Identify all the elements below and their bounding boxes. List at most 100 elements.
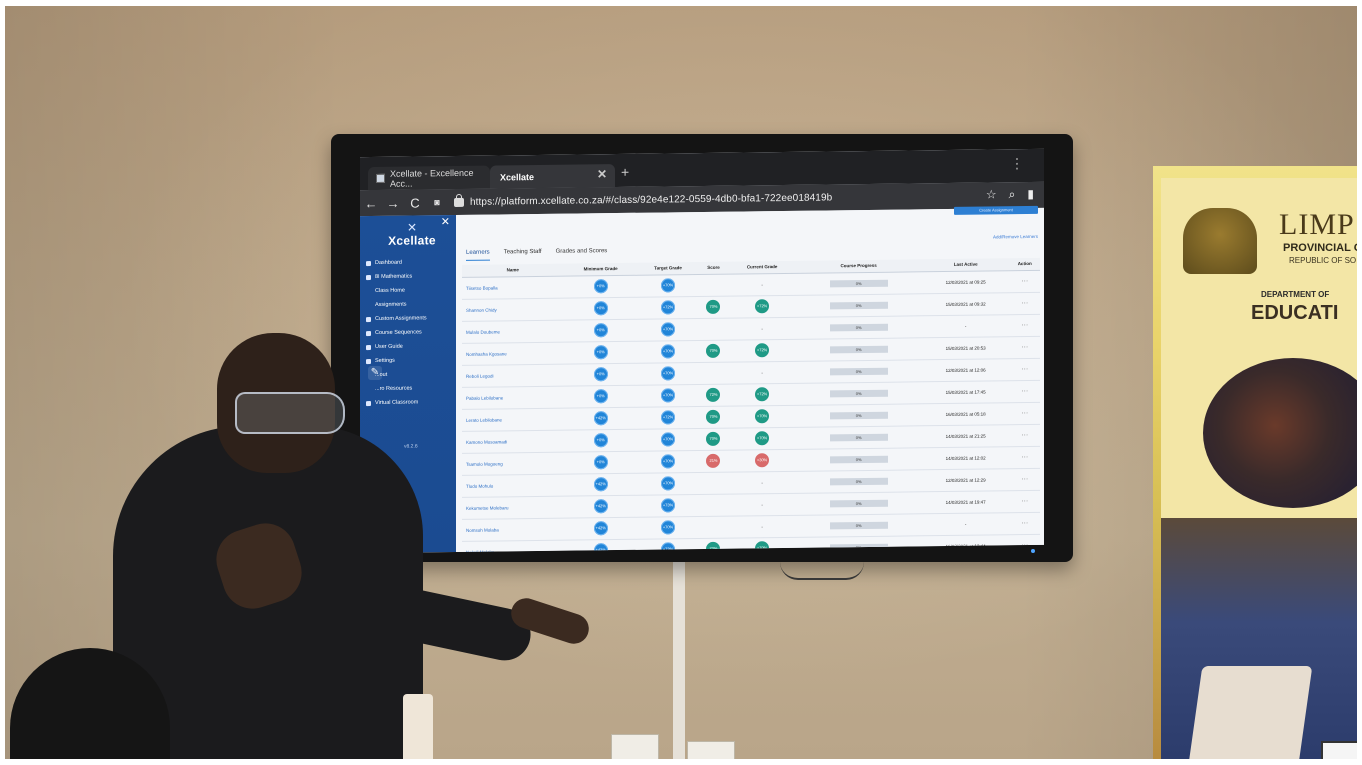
sidebar-item-user-guide[interactable]: User Guide bbox=[366, 339, 456, 354]
wall-mounted-tv: Xcellate - Excellence Acc... Xcellate ✕ … bbox=[331, 134, 1073, 562]
sidebar-item-class-home[interactable]: Class Home bbox=[366, 283, 456, 298]
tab-grades-and-scores[interactable]: Grades and Scores bbox=[556, 248, 608, 260]
row-actions-icon[interactable]: ⋯ bbox=[1021, 388, 1028, 395]
menu-kebab-icon[interactable]: ⋮ bbox=[1010, 155, 1024, 172]
min-cell: +0% bbox=[563, 318, 638, 342]
cell-text: 15/03/2021 at 20:53 bbox=[945, 345, 986, 351]
row-actions-icon[interactable]: ⋯ bbox=[1021, 542, 1028, 549]
learners-table: Name Minimum Grade Target Grade Score Cu… bbox=[462, 257, 1040, 554]
learner-name-link[interactable]: Tiisetso Bopalla bbox=[466, 285, 498, 290]
grade-badge: +70% bbox=[661, 344, 675, 359]
cell-text: - bbox=[761, 369, 763, 375]
sidebar-item-custom-assignments[interactable]: Custom Assignments bbox=[366, 311, 456, 326]
sidebar-item-class[interactable]: 8I Mathematics bbox=[366, 269, 456, 284]
name-cell: Mulalo Doubeme bbox=[462, 319, 564, 343]
create-assignment-button[interactable]: Create Assignment bbox=[954, 205, 1038, 215]
row-actions-icon[interactable]: ⋯ bbox=[1021, 322, 1028, 329]
grade-badge: +70% bbox=[661, 388, 675, 403]
score-cell bbox=[698, 493, 729, 517]
cell-text: 16/03/2021 at 05:18 bbox=[945, 411, 986, 417]
browser-tab-active[interactable]: Xcellate ✕ bbox=[490, 164, 615, 189]
sidebar-item-virtual-classroom[interactable]: Virtual Classroom bbox=[366, 395, 456, 410]
close-tab-icon[interactable]: ✕ bbox=[597, 167, 607, 181]
grade-badge: +0% bbox=[593, 279, 608, 294]
sidebar-item-label: Class Home bbox=[375, 287, 405, 294]
current-cell: +70% bbox=[728, 536, 796, 554]
learner-name-link[interactable]: Pabalo Lebilobane bbox=[466, 395, 503, 400]
row-actions-icon[interactable]: ⋯ bbox=[1021, 520, 1028, 527]
grade-badge: +73% bbox=[661, 542, 675, 554]
learner-name-link[interactable]: Kekumetse Molebaru bbox=[466, 505, 509, 511]
column-header[interactable]: Current Grade bbox=[728, 260, 796, 274]
new-tab-icon[interactable]: + bbox=[621, 164, 629, 180]
learner-name-link[interactable]: Lerato Lebilobane bbox=[466, 417, 502, 422]
learner-name-link[interactable]: Tlodo Mohulo bbox=[466, 483, 493, 488]
gear-icon bbox=[366, 358, 371, 364]
learner-name-link[interactable]: Nomhasha Kgosane bbox=[466, 351, 507, 356]
row-actions-icon[interactable]: ⋯ bbox=[1021, 410, 1028, 417]
learner-name-link[interactable]: Kamono Mosoamadi bbox=[466, 439, 507, 445]
close-sidebar-icon[interactable]: ✕ bbox=[441, 215, 450, 228]
banner-students-photo bbox=[1203, 358, 1357, 508]
last-cell: 12/03/2021 at 12:29 bbox=[921, 468, 1010, 492]
progress-cell: 0% bbox=[795, 447, 922, 471]
sidebar-item-assignments[interactable]: Assignments bbox=[366, 297, 456, 312]
annotate-pencil-icon[interactable]: ✎ bbox=[368, 365, 382, 381]
row-actions-icon[interactable]: ⋯ bbox=[1021, 344, 1028, 351]
back-icon[interactable]: ← bbox=[360, 195, 382, 210]
progress-cell: 0% bbox=[795, 425, 922, 449]
row-actions-icon[interactable]: ⋯ bbox=[1021, 476, 1028, 483]
score-cell: 70% bbox=[698, 295, 729, 319]
tab-learners[interactable]: Learners bbox=[466, 249, 490, 261]
sidebar-item-dashboard[interactable]: Dashboard bbox=[366, 255, 456, 270]
row-actions-icon[interactable]: ⋯ bbox=[1021, 278, 1028, 285]
screen-icon bbox=[366, 400, 371, 406]
action-cell: ⋯ bbox=[1009, 291, 1040, 315]
column-header[interactable]: Score bbox=[698, 261, 729, 275]
min-cell: +42% bbox=[563, 406, 638, 430]
row-actions-icon[interactable]: ⋯ bbox=[1021, 432, 1028, 439]
column-header[interactable]: Target Grade bbox=[637, 262, 699, 275]
grade-badge: 70% bbox=[706, 343, 721, 358]
min-cell: +0% bbox=[563, 384, 638, 408]
learners-table-body: Tiisetso Bopalla +0% +70% - 0% 12/03/2021 at … bbox=[462, 269, 1040, 554]
current-cell: +72% bbox=[728, 382, 796, 406]
row-actions-icon[interactable]: ⋯ bbox=[1021, 498, 1028, 505]
learner-name-link[interactable]: Mulalo Doubeme bbox=[466, 329, 500, 334]
progress-cell: 0% bbox=[795, 491, 922, 515]
current-cell: +72% bbox=[728, 338, 796, 362]
browser-tab[interactable]: Xcellate - Excellence Acc... bbox=[368, 165, 490, 191]
cable-conduit bbox=[673, 562, 685, 759]
site-info-icon[interactable]: ◙ bbox=[426, 197, 448, 207]
search-icon[interactable]: ⌕ bbox=[1009, 187, 1016, 202]
sidebar-item-resources[interactable]: ...ro Resources bbox=[366, 381, 456, 396]
bookmark-icon[interactable]: ▮ bbox=[1027, 187, 1034, 202]
column-header[interactable]: Last Active bbox=[921, 258, 1010, 272]
tab-teaching-staff[interactable]: Teaching Staff bbox=[504, 249, 542, 260]
row-actions-icon[interactable]: ⋯ bbox=[1021, 366, 1028, 373]
score-cell bbox=[698, 471, 729, 495]
learner-name-link[interactable]: Reboli Legodi bbox=[466, 373, 494, 378]
group-icon bbox=[366, 274, 371, 280]
star-icon[interactable]: ☆ bbox=[986, 187, 997, 202]
sidebar-item-course-sequences[interactable]: Course Sequences bbox=[366, 325, 456, 340]
add-remove-learners-link[interactable]: Add/Remove Learners bbox=[993, 234, 1038, 240]
learner-name-link[interactable]: Tsamolo Mogoeng bbox=[466, 461, 503, 466]
wall-socket bbox=[687, 741, 735, 759]
row-actions-icon[interactable]: ⋯ bbox=[1021, 454, 1028, 461]
url-field[interactable]: https://platform.xcellate.co.za/#/class/… bbox=[470, 192, 832, 207]
target-cell: +72% bbox=[637, 296, 699, 319]
forward-icon[interactable]: → bbox=[382, 195, 404, 210]
score-cell bbox=[698, 515, 729, 539]
learner-name-link[interactable]: Nokuli Moloka bbox=[466, 549, 494, 553]
min-cell: +0% bbox=[563, 450, 638, 474]
learner-name-link[interactable]: Nomsoh Molaba bbox=[466, 527, 499, 532]
reload-icon[interactable]: C bbox=[404, 195, 426, 210]
learner-name-link[interactable]: Shannon Chidy bbox=[466, 307, 497, 312]
target-cell: +70% bbox=[637, 384, 699, 407]
action-cell: ⋯ bbox=[1009, 445, 1040, 469]
score-cell: 72% bbox=[698, 537, 729, 554]
row-actions-icon[interactable]: ⋯ bbox=[1021, 300, 1028, 307]
column-header[interactable]: Minimum Grade bbox=[563, 262, 638, 276]
xcellate-app: ✕ ✕ Xcellate Dashboard 8I Mathematics Cl… bbox=[360, 205, 1044, 554]
